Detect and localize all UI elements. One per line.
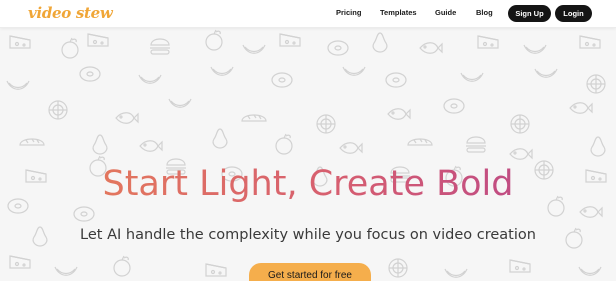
login-button[interactable]: Login: [555, 5, 592, 22]
nav-link-pricing[interactable]: Pricing: [336, 8, 361, 18]
get-started-button[interactable]: Get started for free: [249, 263, 371, 281]
hero-subtitle: Let AI handle the complexity while you f…: [80, 227, 536, 243]
nav-link-guide[interactable]: Guide: [435, 8, 456, 18]
brand-logo[interactable]: video stew: [28, 4, 113, 22]
page: video stew Pricing Templates Guide Blog …: [0, 0, 616, 281]
top-navbar: video stew Pricing Templates Guide Blog …: [0, 0, 616, 28]
nav-link-blog[interactable]: Blog: [476, 8, 493, 18]
nav-link-templates[interactable]: Templates: [380, 8, 417, 18]
hero-title: Start Light, Create Bold: [0, 163, 616, 205]
sign-up-button[interactable]: Sign Up: [508, 5, 551, 22]
